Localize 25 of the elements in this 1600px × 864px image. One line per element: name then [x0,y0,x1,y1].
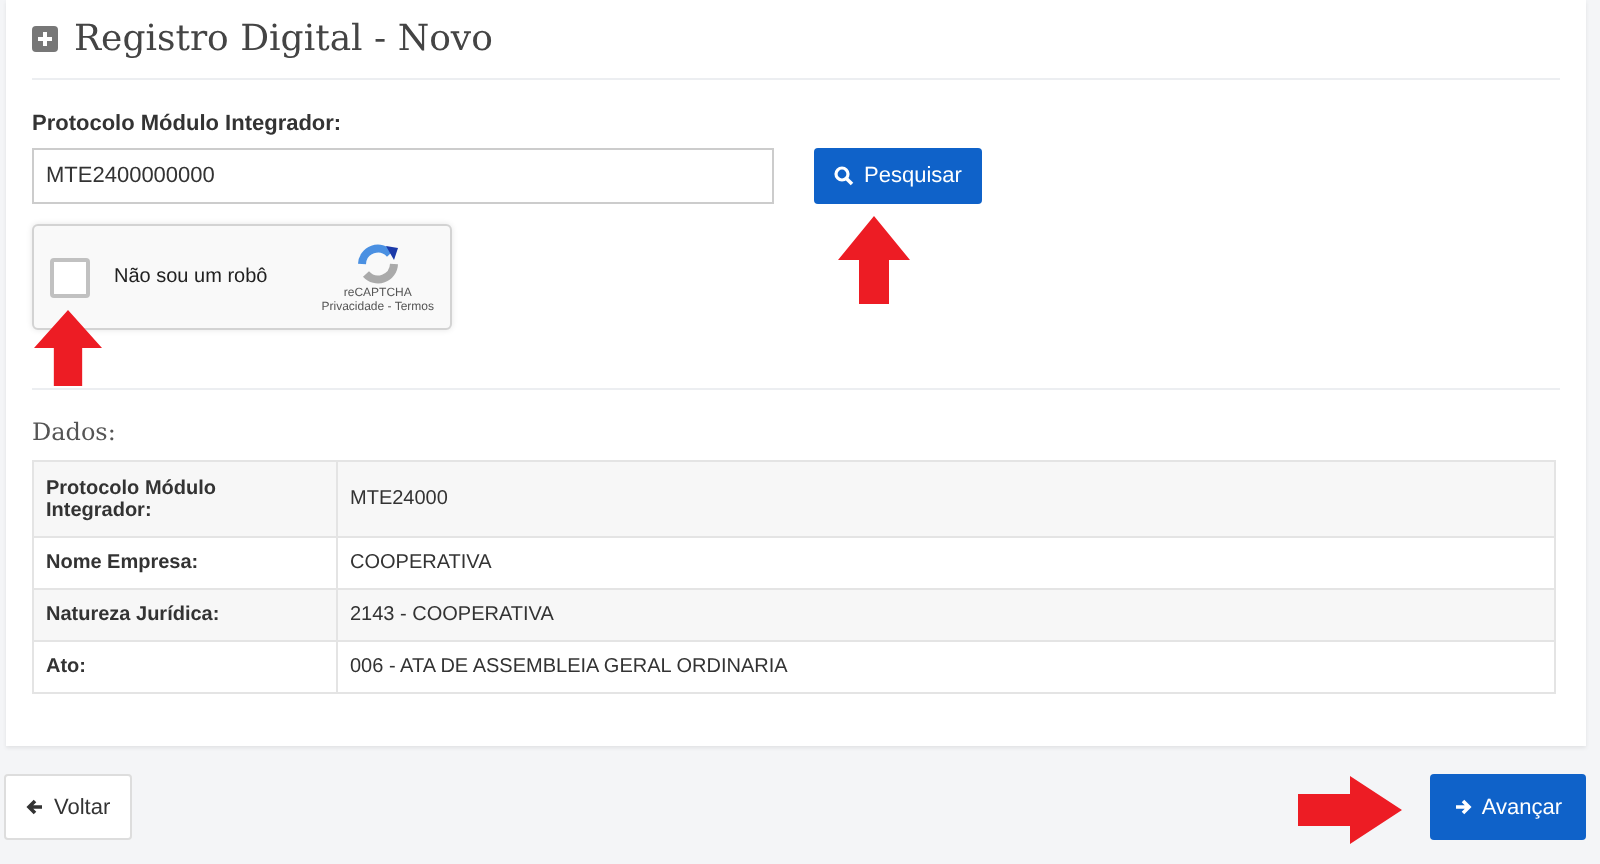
row-label: Protocolo Módulo Integrador: [33,461,337,537]
captcha-label: Não sou um robô [114,266,270,288]
row-label: Ato: [33,641,337,693]
row-value: 2143 - COOPERATIVA [337,589,1555,641]
annotation-arrow [838,216,910,304]
arrow-left-icon [26,798,44,816]
next-button[interactable]: Avançar [1429,774,1586,840]
plus-icon [32,26,58,52]
recaptcha-logo-icon [353,241,402,285]
field-label: Protocolo Módulo Integrador: [32,112,344,136]
protocol-input[interactable]: MTE2400000000 [32,148,774,204]
back-button[interactable]: Voltar [4,774,133,840]
annotation-arrow [1298,776,1402,844]
panel-title: Registro Digital - Novo [74,18,493,60]
annotation-arrow [34,310,102,386]
search-icon [834,166,854,186]
search-button[interactable]: Pesquisar [814,148,982,204]
row-label: Natureza Jurídica: [33,589,337,641]
captcha-checkbox[interactable] [50,257,90,297]
row-value: 006 - ATA DE ASSEMBLEIA GERAL ORDINARIA [337,641,1555,693]
row-label: Nome Empresa: [33,537,337,589]
arrow-right-icon [1453,798,1472,816]
section-heading: Dados: [32,418,118,446]
row-value: MTE24000 [337,461,1555,537]
row-value: COOPERATIVA [337,537,1555,589]
